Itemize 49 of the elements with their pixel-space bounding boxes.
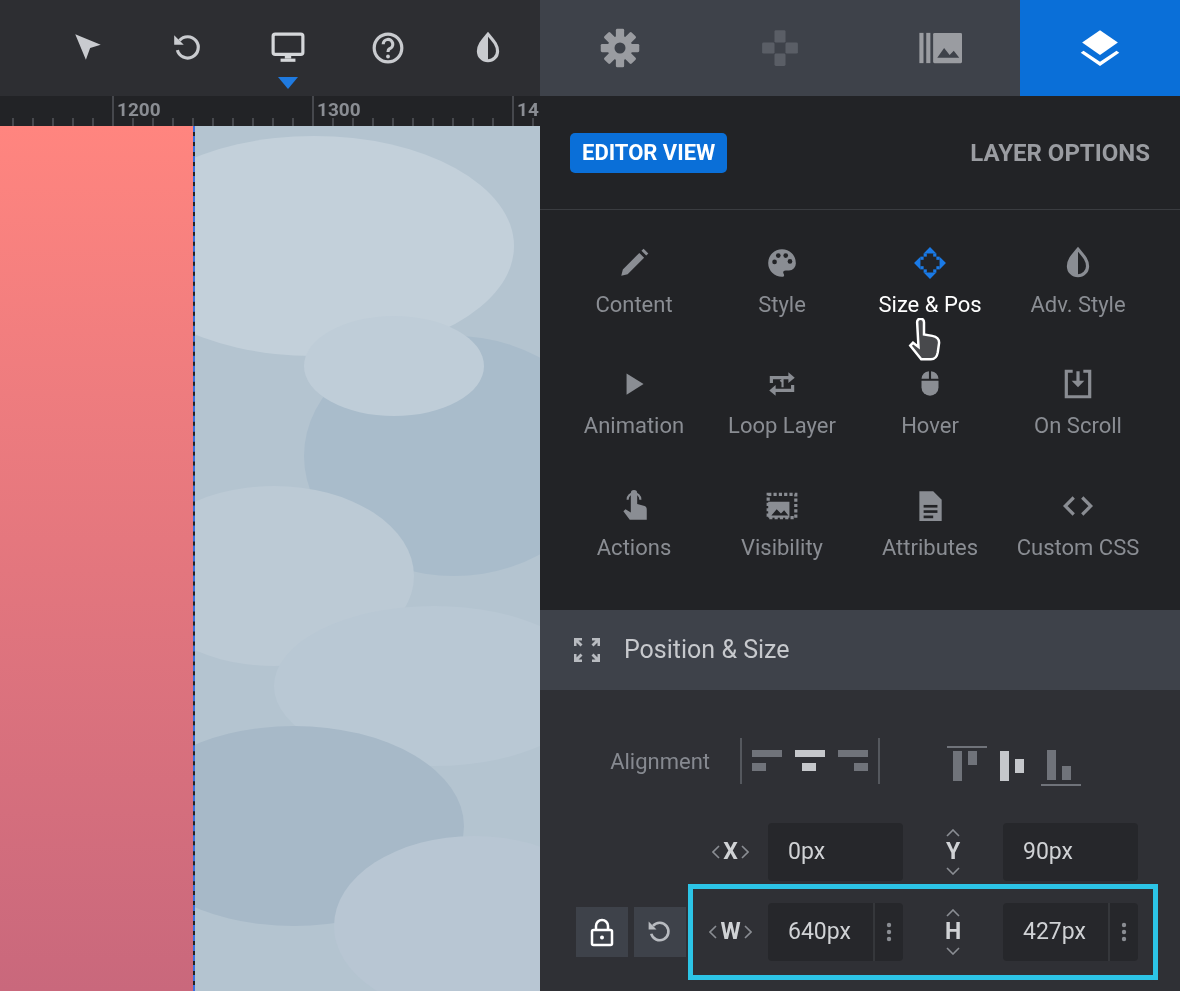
layer-option[interactable]: Animation <box>560 367 708 478</box>
layer-option[interactable]: Loop Layer <box>708 367 856 478</box>
monitor-icon <box>271 31 305 65</box>
value-field[interactable]: 90px <box>1003 823 1138 881</box>
layer-option[interactable]: Custom CSS <box>1004 488 1152 599</box>
chevron-up-icon <box>946 909 960 917</box>
layer-option[interactable]: On Scroll <box>1004 367 1152 478</box>
editor-view-button[interactable]: EDITOR VIEW <box>570 132 728 173</box>
layer-option[interactable]: Visibility <box>708 488 856 599</box>
more-dots-icon <box>1121 922 1127 942</box>
layer-option[interactable]: Content <box>560 246 708 356</box>
section-title: Position & Size <box>624 634 790 667</box>
palette-icon <box>765 246 799 280</box>
layer-option[interactable]: Actions <box>560 488 708 599</box>
lock-button[interactable] <box>576 907 628 957</box>
chevron-up-icon <box>946 829 960 837</box>
layer-option[interactable]: Size & Pos <box>856 246 1004 356</box>
panel-tab[interactable] <box>1020 0 1180 96</box>
chevron-down-icon <box>946 867 960 875</box>
chevron-down-icon <box>946 947 960 955</box>
lock-icon <box>589 917 615 947</box>
ruler-label: 1200 <box>117 98 161 122</box>
more-dots-icon <box>886 922 892 942</box>
ruler-label: 14 <box>517 98 539 122</box>
layer-option[interactable]: Hover <box>856 367 1004 478</box>
align-horizontal-icon[interactable] <box>795 749 825 773</box>
panel-title: LAYER OPTIONS <box>970 137 1150 169</box>
axis-label: W <box>720 920 741 944</box>
expand-icon <box>572 636 602 664</box>
chevron-right-icon <box>740 845 749 859</box>
axis-label: H <box>944 920 962 944</box>
chevron-right-icon <box>743 925 752 939</box>
value-field[interactable]: 0px <box>768 823 903 881</box>
selected-indicator-icon <box>278 77 298 89</box>
layer-option[interactable]: Attributes <box>856 488 1004 599</box>
help-icon <box>371 31 405 65</box>
layer-option[interactable]: Style <box>708 246 856 356</box>
value-field[interactable]: 427px <box>1003 903 1138 961</box>
chevron-left-icon <box>709 925 718 939</box>
layer-option[interactable]: Adv. Style <box>1004 246 1152 356</box>
ruler-label: 1300 <box>317 98 361 122</box>
reset-button[interactable] <box>634 907 686 957</box>
move-icon <box>913 246 947 280</box>
value-field[interactable]: 640px <box>768 903 903 961</box>
chevron-left-icon <box>712 845 721 859</box>
alignment-label: Alignment <box>609 747 711 776</box>
axis-label: Y <box>945 840 961 864</box>
axis-label: X <box>723 840 738 864</box>
gear-icon <box>598 26 642 70</box>
